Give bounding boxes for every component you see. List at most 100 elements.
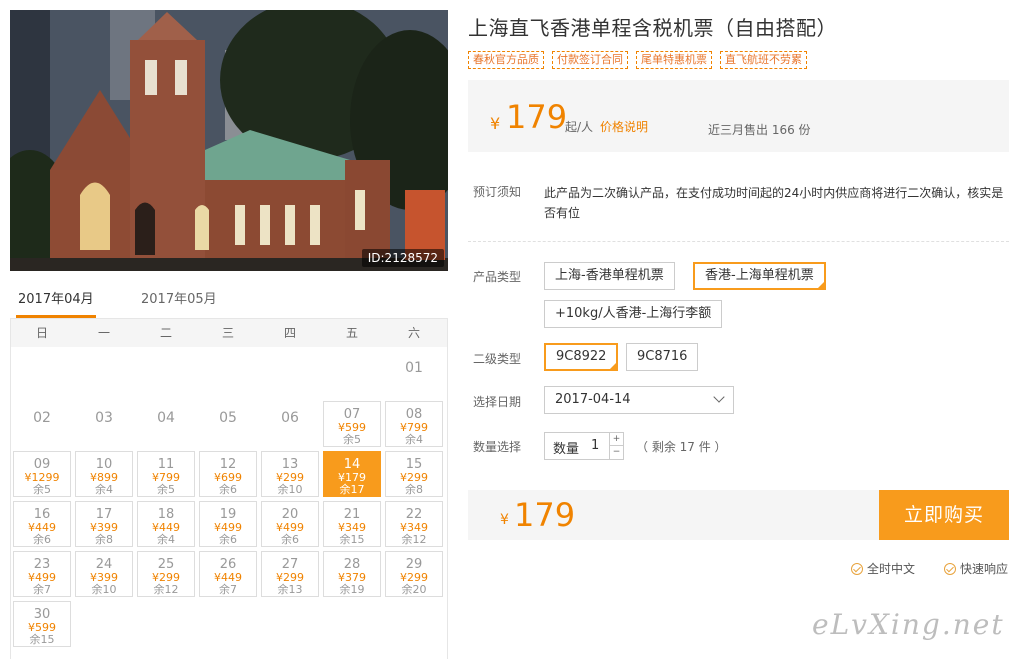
calendar-day[interactable]: 24 ¥399 余10	[75, 551, 133, 597]
weekday-label: 六	[407, 326, 420, 340]
guarantee-chinese: 全时中文	[851, 560, 915, 577]
day-remain: 余5	[157, 483, 175, 496]
day-remain: 余5	[343, 433, 361, 446]
day-number: 29	[405, 557, 423, 572]
day-number: 22	[405, 507, 423, 522]
day-remain: 余8	[95, 533, 113, 546]
price-currency: ¥	[490, 114, 501, 133]
calendar-day[interactable]: 20 ¥499 余6	[261, 501, 319, 547]
buy-now-button[interactable]: 立即购买	[879, 490, 1009, 540]
calendar-day[interactable]: 11 ¥799 余5	[137, 451, 195, 497]
day-number: 28	[343, 557, 361, 572]
calendar-day: 02	[13, 401, 71, 447]
watermark: eLvXing.net	[812, 608, 1005, 641]
price-calendar: 日 一 二 三 四 五 六 01 02 03 04 05 06 07 ¥599 余5 08 ¥799 余4 09 ¥1…	[10, 318, 448, 659]
tab-2017-04[interactable]: 2017年04月	[16, 290, 96, 318]
calendar-day[interactable]: 30 ¥599 余15	[13, 601, 71, 647]
calendar-day[interactable]: 09 ¥1299 余5	[13, 451, 71, 497]
day-number: 26	[219, 557, 237, 572]
calendar-day[interactable]: 07 ¥599 余5	[323, 401, 381, 447]
day-number: 15	[405, 457, 423, 472]
day-remain: 余4	[405, 433, 423, 446]
calendar-day: 03	[75, 401, 133, 447]
weekday-label: 四	[283, 326, 296, 340]
option-baggage[interactable]: +10kg/人香港-上海行李额	[544, 300, 723, 328]
day-remain: 余15	[29, 633, 55, 646]
calendar-day[interactable]: 27 ¥299 余13	[261, 551, 319, 597]
day-number: 06	[281, 410, 299, 426]
option-hk-sh[interactable]: 香港-上海单程机票	[693, 262, 826, 290]
day-number: 13	[281, 457, 299, 472]
total-currency: ¥	[500, 512, 509, 528]
quantity-label: 数量选择	[473, 440, 522, 454]
guarantee-label: 快速响应	[960, 562, 1009, 576]
day-remain: 余20	[401, 583, 427, 596]
day-number: 20	[281, 507, 299, 522]
day-number: 25	[157, 557, 175, 572]
calendar-day[interactable]: 28 ¥379 余19	[323, 551, 381, 597]
day-number: 27	[281, 557, 299, 572]
day-number: 16	[33, 507, 51, 522]
calendar-day[interactable]: 19 ¥499 余6	[199, 501, 257, 547]
day-number: 04	[157, 410, 175, 426]
calendar-day[interactable]: 15 ¥299 余8	[385, 451, 443, 497]
remain-count: （ 剩余 17 件 ）	[636, 440, 727, 454]
calendar-day[interactable]: 25 ¥299 余12	[137, 551, 195, 597]
date-label: 选择日期	[473, 395, 522, 409]
day-remain: 余6	[33, 533, 51, 546]
day-remain: 余13	[277, 583, 303, 596]
option-9c8922[interactable]: 9C8922	[544, 343, 619, 371]
calendar-day[interactable]: 23 ¥499 余7	[13, 551, 71, 597]
day-remain: 余6	[281, 533, 299, 546]
photo-id-label: ID:2128572	[361, 249, 444, 267]
calendar-day[interactable]: 13 ¥299 余10	[261, 451, 319, 497]
tag-special-offer: 尾单特惠机票	[636, 51, 712, 69]
notice-text: 此产品为二次确认产品，在支付成功时间起的24小时内供应商将进行二次确认，核实是否…	[544, 186, 1004, 220]
option-sh-hk[interactable]: 上海-香港单程机票	[544, 262, 675, 290]
calendar-day[interactable]: 08 ¥799 余4	[385, 401, 443, 447]
option-9c8716[interactable]: 9C8716	[626, 343, 699, 371]
calendar-day-selected[interactable]: 14 ¥179 余17	[323, 451, 381, 497]
calendar-day[interactable]: 12 ¥699 余6	[199, 451, 257, 497]
quantity-input[interactable]: 1	[591, 438, 599, 453]
calendar-day[interactable]: 29 ¥299 余20	[385, 551, 443, 597]
day-number: 10	[95, 457, 113, 472]
weekday-label: 三	[221, 326, 234, 340]
day-number: 05	[219, 410, 237, 426]
date-select[interactable]: 2017-04-14	[544, 386, 734, 414]
calendar-day[interactable]: 16 ¥449 余6	[13, 501, 71, 547]
notice-label: 预订须知	[473, 185, 522, 199]
price-explain-link[interactable]: 价格说明	[600, 118, 648, 135]
calendar-day[interactable]: 22 ¥349 余12	[385, 501, 443, 547]
day-remain: 余6	[219, 483, 237, 496]
day-remain: 余12	[401, 533, 427, 546]
calendar-day[interactable]: 17 ¥399 余8	[75, 501, 133, 547]
product-type-label: 产品类型	[473, 270, 522, 284]
calendar-day[interactable]: 10 ¥899 余4	[75, 451, 133, 497]
date-value: 2017-04-14	[555, 392, 631, 407]
calendar-day: 01	[385, 351, 443, 397]
weekday-label: 二	[159, 326, 172, 340]
total-amount: 179	[514, 496, 576, 534]
tab-2017-05[interactable]: 2017年05月	[141, 290, 217, 318]
day-number: 12	[219, 457, 237, 472]
day-number: 08	[405, 407, 423, 422]
plus-icon[interactable]: +	[609, 433, 623, 446]
calendar-weekday-header: 日一二三四五六	[11, 319, 447, 347]
day-number: 01	[405, 360, 423, 376]
day-remain: 余19	[339, 583, 365, 596]
day-remain: 余8	[405, 483, 423, 496]
tag-official-quality: 春秋官方品质	[468, 51, 544, 69]
tag-contract: 付款签订合同	[552, 51, 628, 69]
divider	[468, 241, 1009, 242]
calendar-day[interactable]: 26 ¥449 余7	[199, 551, 257, 597]
day-number: 23	[33, 557, 51, 572]
check-circle-icon	[851, 563, 863, 575]
chevron-down-icon	[713, 391, 725, 403]
day-remain: 余10	[277, 483, 303, 496]
minus-icon[interactable]: −	[609, 446, 623, 459]
calendar-day[interactable]: 18 ¥449 余4	[137, 501, 195, 547]
day-remain: 余15	[339, 533, 365, 546]
calendar-day[interactable]: 21 ¥349 余15	[323, 501, 381, 547]
day-remain: 余12	[153, 583, 179, 596]
